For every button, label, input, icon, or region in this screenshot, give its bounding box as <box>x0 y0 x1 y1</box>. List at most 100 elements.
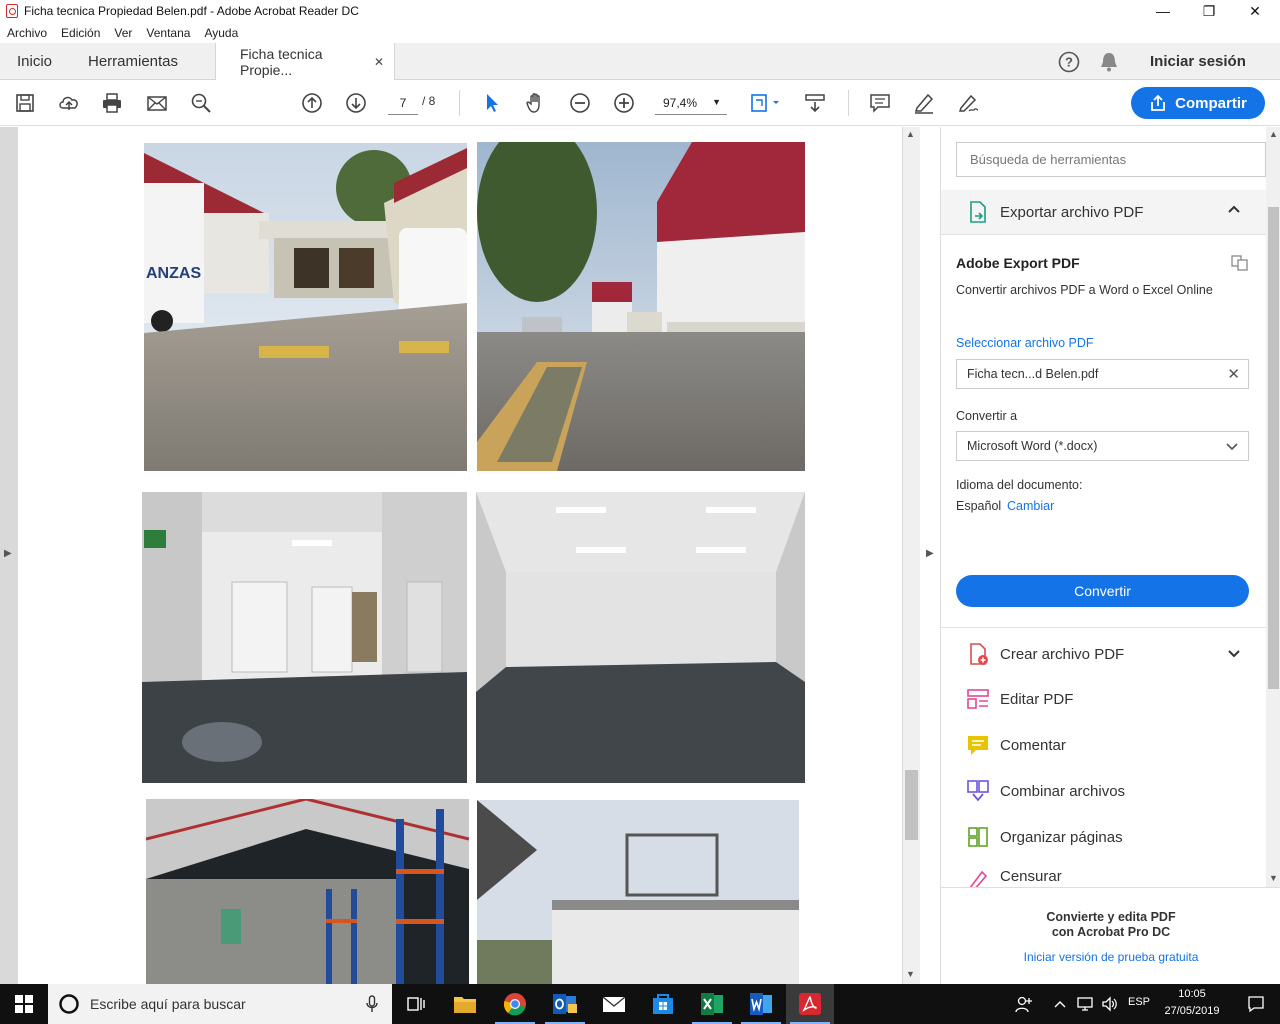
document-scrollbar[interactable]: ▲ ▼ <box>903 127 920 984</box>
photo-interior-loading-docks <box>142 492 467 783</box>
highlight-pen-icon[interactable] <box>912 91 936 115</box>
save-icon[interactable] <box>13 91 37 115</box>
title-bar: Ficha tecnica Propiedad Belen.pdf - Adob… <box>0 0 1280 22</box>
people-icon[interactable] <box>1002 984 1046 1024</box>
minimize-button[interactable]: — <box>1140 0 1186 22</box>
action-center-icon[interactable] <box>1232 984 1280 1024</box>
right-panel-toggle-icon[interactable]: ▶ <box>926 548 934 559</box>
taskbar-search-box[interactable]: Escribe aquí para buscar <box>48 984 392 1024</box>
tool-search-input[interactable]: Búsqueda de herramientas <box>956 142 1266 177</box>
close-window-button[interactable]: ✕ <box>1232 0 1278 22</box>
next-page-icon[interactable] <box>344 91 368 115</box>
zoom-level-select[interactable]: 97,4% ▼ <box>655 91 727 115</box>
promo-line-1: Convierte y edita PDF <box>1046 910 1176 924</box>
free-trial-link[interactable]: Iniciar versión de prueba gratuita <box>941 950 1280 964</box>
menu-ventana[interactable]: Ventana <box>146 26 190 40</box>
network-icon[interactable] <box>1072 984 1098 1024</box>
upload-cloud-icon[interactable] <box>57 91 81 115</box>
volume-icon[interactable] <box>1098 984 1122 1024</box>
email-icon[interactable] <box>145 91 169 115</box>
change-language-link[interactable]: Cambiar <box>1007 499 1054 513</box>
sign-icon[interactable] <box>956 91 980 115</box>
selected-file-name: Ficha tecn...d Belen.pdf <box>967 367 1099 381</box>
chevron-up-icon[interactable] <box>1227 202 1241 219</box>
tool-comment[interactable]: Comentar <box>966 730 1066 760</box>
task-view-icon[interactable] <box>392 984 440 1024</box>
print-icon[interactable] <box>100 91 124 115</box>
share-button[interactable]: Compartir <box>1131 87 1265 119</box>
menu-ver[interactable]: Ver <box>114 26 132 40</box>
help-icon[interactable]: ? <box>1058 43 1080 80</box>
select-cursor-icon[interactable] <box>480 91 504 115</box>
chrome-icon[interactable] <box>491 984 539 1024</box>
chevron-down-icon: ▼ <box>712 97 721 107</box>
tool-label: Organizar páginas <box>1000 828 1123 846</box>
comment-icon[interactable] <box>868 91 892 115</box>
signin-link[interactable]: Iniciar sesión <box>1150 43 1246 80</box>
page-number-input[interactable]: 7 <box>388 91 418 115</box>
tool-label: Censurar <box>1000 868 1062 885</box>
export-options-icon[interactable] <box>1231 255 1249 276</box>
zoom-level-value: 97,4% <box>663 95 698 110</box>
export-pdf-header[interactable]: Exportar archivo PDF <box>941 190 1266 235</box>
tab-document[interactable]: Ficha tecnica Propie... ✕ <box>215 43 395 81</box>
photo-warehouse-racking <box>146 799 469 984</box>
tool-combine-files[interactable]: Combinar archivos <box>966 776 1125 806</box>
convert-format-select[interactable]: Microsoft Word (*.docx) <box>956 431 1249 461</box>
document-scrollbar-thumb[interactable] <box>905 770 918 840</box>
tool-organize-pages[interactable]: Organizar páginas <box>966 822 1123 852</box>
convert-button[interactable]: Convertir <box>956 575 1249 607</box>
excel-icon[interactable] <box>688 984 736 1024</box>
menu-ayuda[interactable]: Ayuda <box>204 26 238 40</box>
zoom-out-icon[interactable] <box>568 91 592 115</box>
zoom-in-icon[interactable] <box>612 91 636 115</box>
menu-archivo[interactable]: Archivo <box>7 26 47 40</box>
previous-page-icon[interactable] <box>300 91 324 115</box>
chevron-down-icon[interactable] <box>1227 647 1241 666</box>
tray-chevron-up-icon[interactable] <box>1048 984 1072 1024</box>
windows-start-icon[interactable] <box>0 984 48 1024</box>
notifications-bell-icon[interactable] <box>1099 43 1119 80</box>
tools-panel: Búsqueda de herramientas Exportar archiv… <box>940 127 1280 984</box>
panel-scrollbar-thumb[interactable] <box>1268 207 1279 689</box>
tool-create-pdf[interactable]: Crear archivo PDF <box>966 639 1124 669</box>
select-file-link[interactable]: Seleccionar archivo PDF <box>956 336 1094 350</box>
left-panel-toggle-icon[interactable]: ▶ <box>4 548 12 559</box>
word-icon[interactable] <box>737 984 785 1024</box>
find-zoom-icon[interactable] <box>189 91 213 115</box>
fit-page-icon[interactable] <box>748 91 782 115</box>
acrobat-taskbar-icon[interactable] <box>786 984 834 1024</box>
scroll-down-icon[interactable]: ▼ <box>1269 873 1278 883</box>
menu-edicion[interactable]: Edición <box>61 26 100 40</box>
store-icon[interactable] <box>639 984 687 1024</box>
selected-file-field[interactable]: Ficha tecn...d Belen.pdf ✕ <box>956 359 1249 389</box>
scroll-up-icon[interactable]: ▲ <box>906 129 915 139</box>
input-language-indicator[interactable]: ESP <box>1128 996 1150 1008</box>
hand-tool-icon[interactable] <box>524 91 548 115</box>
tab-bar: Inicio Herramientas Ficha tecnica Propie… <box>0 43 1280 81</box>
microphone-icon[interactable] <box>366 995 378 1013</box>
promo-line-2: con Acrobat Pro DC <box>1051 925 1171 939</box>
clock-date[interactable]: 27/05/2019 <box>1160 1005 1224 1017</box>
clock-time[interactable]: 10:05 <box>1160 988 1224 1000</box>
scroll-down-icon[interactable]: ▼ <box>906 969 915 979</box>
tab-close-icon[interactable]: ✕ <box>374 55 384 69</box>
tab-inicio[interactable]: Inicio <box>17 43 52 80</box>
photo-warehouse-exterior <box>477 142 805 471</box>
export-pdf-title: Exportar archivo PDF <box>1000 203 1144 221</box>
file-explorer-icon[interactable] <box>441 984 489 1024</box>
clear-file-icon[interactable]: ✕ <box>1227 365 1240 383</box>
tab-herramientas[interactable]: Herramientas <box>88 43 178 80</box>
window-title: Ficha tecnica Propiedad Belen.pdf - Adob… <box>24 4 359 18</box>
outlook-icon[interactable] <box>541 984 589 1024</box>
scroll-mode-icon[interactable] <box>803 91 827 115</box>
document-view[interactable]: ANZAS <box>0 127 920 984</box>
tool-label: Crear archivo PDF <box>1000 645 1125 663</box>
tool-edit-pdf[interactable]: Editar PDF <box>966 684 1073 714</box>
panel-scrollbar[interactable]: ▲ ▼ <box>1266 127 1280 887</box>
tool-redact[interactable]: Censurar <box>966 868 1062 888</box>
mail-icon[interactable] <box>590 984 638 1024</box>
restore-button[interactable]: ❐ <box>1186 0 1232 22</box>
scroll-up-icon[interactable]: ▲ <box>1269 129 1278 139</box>
tool-label: Combinar archivos <box>1000 782 1126 800</box>
